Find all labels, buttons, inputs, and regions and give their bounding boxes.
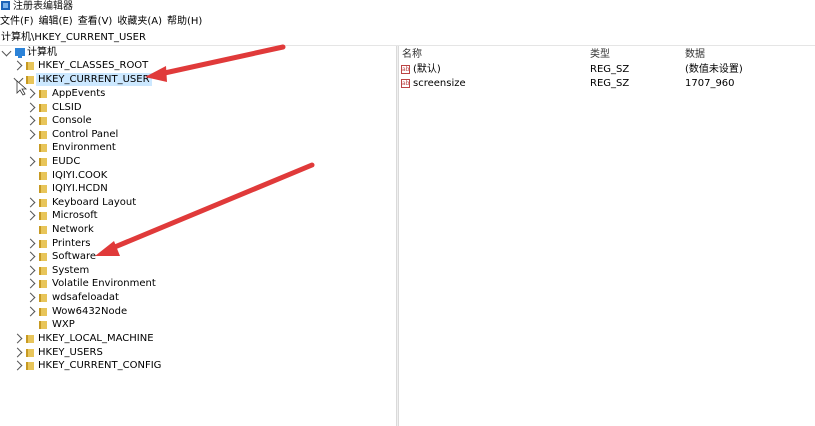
chevron-right-icon[interactable] <box>25 156 36 167</box>
folder-icon <box>39 321 47 329</box>
key-tree[interactable]: 计算机 HKEY_CLASSES_ROOT HKEY_CURRENT_USER … <box>0 46 396 426</box>
folder-icon <box>39 131 47 139</box>
folder-icon <box>39 226 47 234</box>
tree-node-label: Printers <box>52 238 91 249</box>
chevron-right-icon[interactable] <box>12 347 23 358</box>
tree-node-label: Console <box>52 115 92 126</box>
value-name: (默认) <box>413 64 441 75</box>
value-type: REG_SZ <box>590 78 630 89</box>
column-header-data[interactable]: 数据 <box>685 48 705 61</box>
chevron-right-icon[interactable] <box>25 238 36 249</box>
tree-node-label: WXP <box>52 319 75 330</box>
folder-icon <box>39 253 47 261</box>
regedit-app-icon <box>1 1 10 10</box>
menu-file[interactable]: 文件(F) <box>0 15 39 29</box>
chevron-right-icon[interactable] <box>25 197 36 208</box>
column-header-name[interactable]: 名称 <box>402 48 422 61</box>
computer-icon <box>15 48 25 58</box>
tree-node-label: IQIYI.HCDN <box>52 183 108 194</box>
tree-node-label: Microsoft <box>52 210 98 221</box>
chevron-right-icon[interactable] <box>25 115 36 126</box>
tree-node-label: Software <box>52 251 97 262</box>
menu-help[interactable]: 帮助(H) <box>167 15 207 29</box>
folder-icon <box>26 335 34 343</box>
folder-icon <box>26 62 34 70</box>
chevron-right-icon[interactable] <box>25 251 36 262</box>
folder-icon <box>39 267 47 275</box>
window-title: 注册表编辑器 <box>13 1 73 12</box>
folder-icon <box>39 294 47 302</box>
folder-icon <box>39 308 47 316</box>
folder-icon <box>39 240 47 248</box>
chevron-right-icon[interactable] <box>25 88 36 99</box>
chevron-right-icon[interactable] <box>25 292 36 303</box>
chevron-right-icon[interactable] <box>25 129 36 140</box>
tree-node-label: HKEY_LOCAL_MACHINE <box>38 333 154 344</box>
folder-icon <box>39 199 47 207</box>
folder-icon <box>39 280 47 288</box>
folder-icon <box>39 158 47 166</box>
address-path[interactable]: 计算机\HKEY_CURRENT_USER <box>1 31 146 45</box>
folder-icon <box>39 144 47 152</box>
tree-node-label: System <box>52 265 90 276</box>
tree-node-label: Control Panel <box>52 129 119 140</box>
chevron-right-icon[interactable] <box>25 265 36 276</box>
chevron-right-icon[interactable] <box>12 360 23 371</box>
tree-node-label: IQIYI.COOK <box>52 170 108 181</box>
tree-node-label: Network <box>52 224 94 235</box>
chevron-right-icon[interactable] <box>25 278 36 289</box>
value-row-default[interactable]: ab (默认) REG_SZ (数值未设置) <box>399 63 809 76</box>
value-type: REG_SZ <box>590 64 630 75</box>
menu-view[interactable]: 查看(V) <box>78 15 118 29</box>
tree-node-label: Volatile Environment <box>52 278 156 289</box>
tree-node-label: Wow6432Node <box>52 306 128 317</box>
folder-icon <box>39 172 47 180</box>
folder-open-icon <box>26 76 34 84</box>
chevron-right-icon[interactable] <box>12 333 23 344</box>
chevron-right-icon[interactable] <box>25 102 36 113</box>
chevron-right-icon[interactable] <box>25 306 36 317</box>
address-bar[interactable]: 计算机\HKEY_CURRENT_USER <box>0 31 815 46</box>
menu-favorites[interactable]: 收藏夹(A) <box>117 15 167 29</box>
tree-node-label: wdsafeloadat <box>52 292 119 303</box>
values-list[interactable]: 名称 类型 数据 ab (默认) REG_SZ (数值未设置) ab scree… <box>399 46 815 426</box>
column-header-type[interactable]: 类型 <box>590 48 610 61</box>
chevron-right-icon[interactable] <box>25 210 36 221</box>
folder-icon <box>26 362 34 370</box>
string-value-icon: ab <box>401 65 410 74</box>
tree-node-label: CLSID <box>52 102 82 113</box>
tree-node-label: 计算机 <box>27 47 57 58</box>
title-bar: 注册表编辑器 <box>0 0 815 14</box>
folder-icon <box>39 104 47 112</box>
tree-node-label: Environment <box>52 142 116 153</box>
tree-node-label: Keyboard Layout <box>52 197 137 208</box>
value-data: 1707_960 <box>685 78 735 89</box>
tree-node-label: EUDC <box>52 156 81 167</box>
value-name: screensize <box>413 78 466 89</box>
folder-icon <box>39 212 47 220</box>
folder-icon <box>39 90 47 98</box>
chevron-down-icon[interactable] <box>1 46 12 57</box>
tree-node-label-selected: HKEY_CURRENT_USER <box>36 73 152 86</box>
folder-icon <box>26 349 34 357</box>
tree-node-label: HKEY_CLASSES_ROOT <box>38 60 149 71</box>
menu-edit[interactable]: 编辑(E) <box>39 15 78 29</box>
value-row-screensize[interactable]: ab screensize REG_SZ 1707_960 <box>399 77 809 90</box>
menu-bar: 文件(F) 编辑(E) 查看(V) 收藏夹(A) 帮助(H) <box>0 15 207 29</box>
folder-icon <box>39 117 47 125</box>
tree-node-label: HKEY_CURRENT_CONFIG <box>38 360 162 371</box>
value-data: (数值未设置) <box>685 64 743 75</box>
chevron-down-icon[interactable] <box>13 73 24 84</box>
string-value-icon: ab <box>401 79 410 88</box>
tree-node-label: AppEvents <box>52 88 106 99</box>
chevron-right-icon[interactable] <box>12 60 23 71</box>
tree-node-label: HKEY_USERS <box>38 347 103 358</box>
folder-icon <box>39 185 47 193</box>
